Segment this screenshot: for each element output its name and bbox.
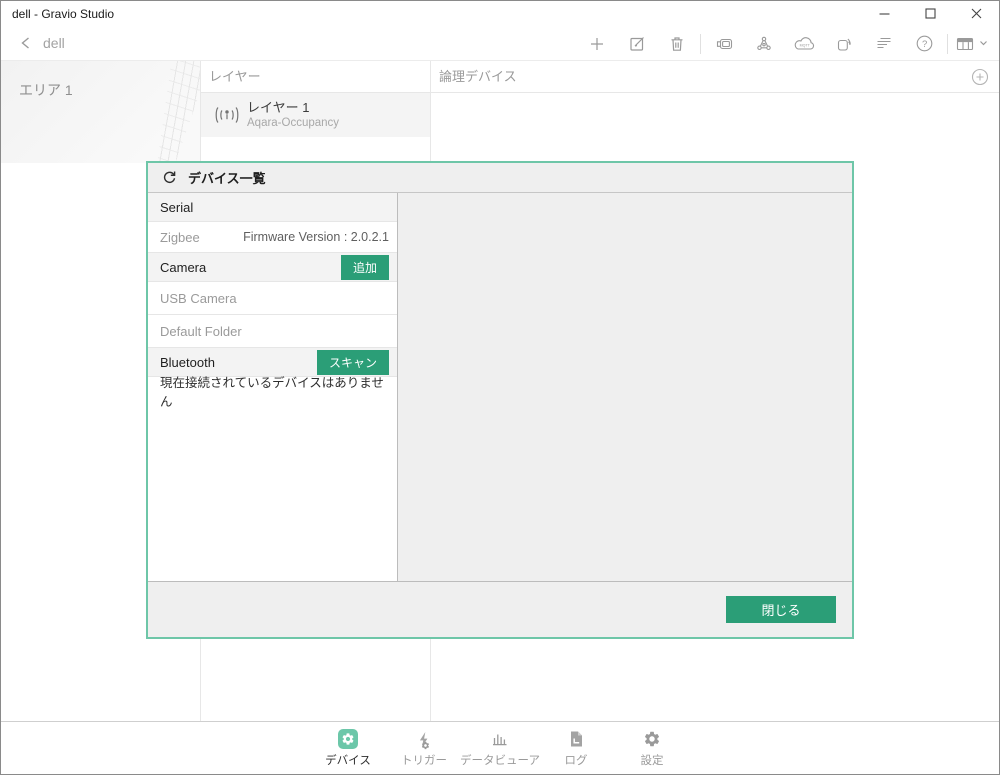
toolbar-separator (947, 34, 948, 54)
dialog-title: デバイス一覧 (188, 168, 266, 187)
area-tile[interactable]: エリア 1 (1, 61, 200, 163)
toolbar-separator (700, 34, 701, 54)
bottom-nav: デバイス トリガー データビューア ログ 設定 (1, 721, 999, 774)
area-label: エリア 1 (19, 80, 73, 100)
dialog-header: デバイス一覧 (148, 163, 852, 193)
logical-device-header-label: 論理デバイス (439, 69, 517, 84)
message-label: 現在接続されているデバイスはありません (160, 372, 389, 410)
nav-item-devices[interactable]: デバイス (310, 728, 386, 768)
chevron-down-icon (979, 40, 988, 47)
nav-item-settings[interactable]: 設定 (614, 728, 690, 768)
section-label: Bluetooth (160, 355, 215, 370)
window-controls (861, 1, 999, 26)
logical-device-header: 論理デバイス (431, 61, 999, 93)
camera-add-button[interactable]: 追加 (341, 255, 389, 280)
nav-label: 設定 (641, 752, 664, 768)
breadcrumb: dell (43, 35, 65, 51)
minimize-icon (879, 8, 890, 19)
device-section-camera: Camera 追加 (148, 253, 397, 282)
chevron-left-icon (19, 36, 33, 50)
device-list: Serial Zigbee Firmware Version : 2.0.2.1… (148, 193, 398, 581)
no-devices-message: 現在接続されているデバイスはありません (148, 377, 397, 404)
trash-icon (668, 35, 686, 53)
zigbee-button[interactable] (744, 29, 784, 59)
sensor-button[interactable] (824, 29, 864, 59)
mqtt-button[interactable]: MQTT (784, 29, 824, 59)
firmware-version: Firmware Version : 2.0.2.1 (243, 230, 389, 244)
nav-label: ログ (565, 752, 588, 768)
view-switch-button[interactable] (951, 29, 991, 59)
device-list-dialog: デバイス一覧 Serial Zigbee Firmware Version : … (146, 161, 854, 639)
window-title: dell - Gravio Studio (12, 7, 114, 21)
add-button[interactable] (577, 29, 617, 59)
plus-circle-icon (971, 68, 989, 86)
close-button[interactable] (953, 1, 999, 26)
log-lines-icon (875, 36, 893, 51)
trigger-gear-icon (421, 741, 430, 750)
close-icon (971, 8, 982, 19)
log-list-button[interactable] (864, 29, 904, 59)
nav-item-dataviewer[interactable]: データビューア (462, 728, 538, 768)
layer-item-title: レイヤー 1 (247, 100, 339, 116)
minimize-button[interactable] (861, 1, 907, 26)
dialog-footer: 閉じる (148, 581, 852, 637)
mqtt-cloud-icon: MQTT (793, 35, 816, 52)
nav-label: データビューア (460, 752, 540, 768)
layer-item-subtitle: Aqara-Occupancy (247, 116, 339, 130)
occupancy-sensor-icon (213, 105, 243, 125)
back-button[interactable] (15, 32, 37, 54)
titlebar: dell - Gravio Studio (1, 1, 999, 26)
device-item-label: Default Folder (160, 324, 242, 339)
layer-list-item[interactable]: レイヤー 1 Aqara-Occupancy (201, 93, 430, 137)
device-item-default-folder[interactable]: Default Folder (148, 315, 397, 348)
dialog-close-button[interactable]: 閉じる (726, 596, 836, 623)
layer-column-header: レイヤー (201, 61, 430, 93)
nav-label: デバイス (325, 752, 371, 768)
device-item-usb-camera[interactable]: USB Camera (148, 282, 397, 315)
device-item-label: USB Camera (160, 291, 237, 306)
refresh-icon (161, 169, 178, 186)
layer-item-text: レイヤー 1 Aqara-Occupancy (247, 100, 339, 130)
maximize-button[interactable] (907, 1, 953, 26)
edit-icon (628, 34, 647, 53)
help-icon: ? (915, 34, 934, 53)
device-item-zigbee[interactable]: Zigbee Firmware Version : 2.0.2.1 (148, 222, 397, 253)
dialog-body: Serial Zigbee Firmware Version : 2.0.2.1… (148, 193, 852, 581)
svg-text:?: ? (922, 39, 927, 50)
table-view-icon (955, 36, 975, 52)
device-section-serial: Serial (148, 193, 397, 222)
log-document-icon (568, 730, 584, 748)
devices-icon (338, 729, 358, 749)
plus-icon (589, 36, 605, 52)
edit-button[interactable] (617, 29, 657, 59)
help-button[interactable]: ? (904, 29, 944, 59)
nav-label: トリガー (401, 752, 447, 768)
section-label: Camera (160, 260, 206, 275)
svg-text:MQTT: MQTT (799, 44, 810, 48)
settings-gear-icon (643, 730, 661, 748)
maximize-icon (925, 8, 936, 19)
nav-item-log[interactable]: ログ (538, 728, 614, 768)
zigbee-icon (755, 35, 773, 53)
camera-button[interactable] (704, 29, 744, 59)
app-window: dell - Gravio Studio dell (0, 0, 1000, 775)
camera-icon (714, 36, 735, 52)
section-label: Serial (160, 200, 193, 215)
navbar: dell MQTT (1, 26, 999, 61)
bar-chart-icon (490, 730, 510, 748)
add-logical-device-button[interactable] (971, 68, 989, 86)
device-item-label: Zigbee (160, 230, 200, 245)
sensor-tag-icon (835, 35, 853, 53)
delete-button[interactable] (657, 29, 697, 59)
nav-item-trigger[interactable]: トリガー (386, 728, 462, 768)
toolbar: MQTT ? (577, 26, 991, 61)
refresh-button[interactable] (156, 166, 182, 190)
area-thumbnail-pattern (105, 61, 200, 163)
device-detail-pane (398, 193, 852, 581)
